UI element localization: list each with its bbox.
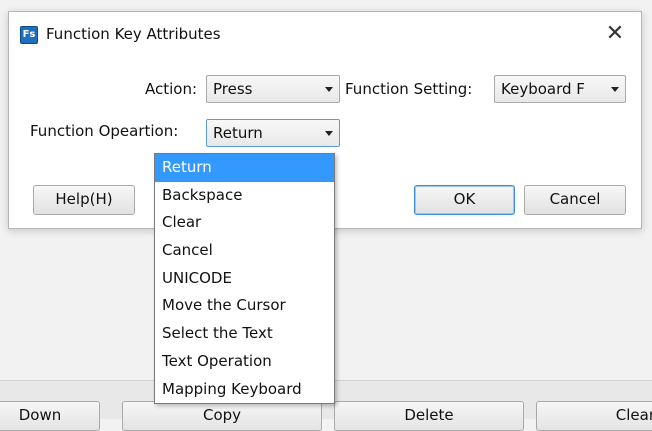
cancel-button[interactable]: Cancel (524, 185, 626, 215)
chevron-down-icon (325, 87, 333, 92)
app-icon: Fs (20, 26, 38, 44)
dropdown-item-clear[interactable]: Clear (155, 209, 334, 237)
help-button[interactable]: Help(H) (33, 185, 135, 215)
dropdown-item-backspace[interactable]: Backspace (155, 182, 334, 210)
ok-button[interactable]: OK (414, 185, 515, 215)
function-operation-dropdown-list: Return Backspace Clear Cancel UNICODE Mo… (154, 153, 335, 405)
chevron-down-icon (325, 131, 333, 136)
action-label: Action: (145, 80, 198, 98)
chevron-down-icon (611, 87, 619, 92)
dropdown-item-mapping-keyboard[interactable]: Mapping Keyboard (155, 376, 334, 404)
dropdown-item-unicode[interactable]: UNICODE (155, 265, 334, 293)
parent-copy-button[interactable]: Copy (122, 401, 322, 431)
dropdown-item-cancel[interactable]: Cancel (155, 237, 334, 265)
action-select[interactable]: Press (206, 75, 340, 103)
dropdown-item-select-the-text[interactable]: Select the Text (155, 320, 334, 348)
function-setting-label: Function Setting: (345, 80, 473, 98)
function-operation-select-value: Return (213, 124, 263, 142)
function-operation-select[interactable]: Return (206, 119, 340, 147)
function-operation-label: Function Opeartion: (30, 122, 179, 140)
dropdown-item-return[interactable]: Return (155, 154, 334, 182)
parent-clear-button[interactable]: Clear (536, 401, 652, 431)
close-icon[interactable]: ✕ (601, 20, 629, 48)
dropdown-item-move-the-cursor[interactable]: Move the Cursor (155, 292, 334, 320)
dropdown-item-text-operation[interactable]: Text Operation (155, 348, 334, 376)
function-setting-select[interactable]: Keyboard F (494, 75, 626, 103)
action-select-value: Press (213, 80, 253, 98)
parent-down-button[interactable]: Down (0, 401, 100, 431)
parent-delete-button[interactable]: Delete (334, 401, 524, 431)
dialog-title: Function Key Attributes (46, 25, 221, 43)
function-setting-select-value: Keyboard F (501, 80, 585, 98)
